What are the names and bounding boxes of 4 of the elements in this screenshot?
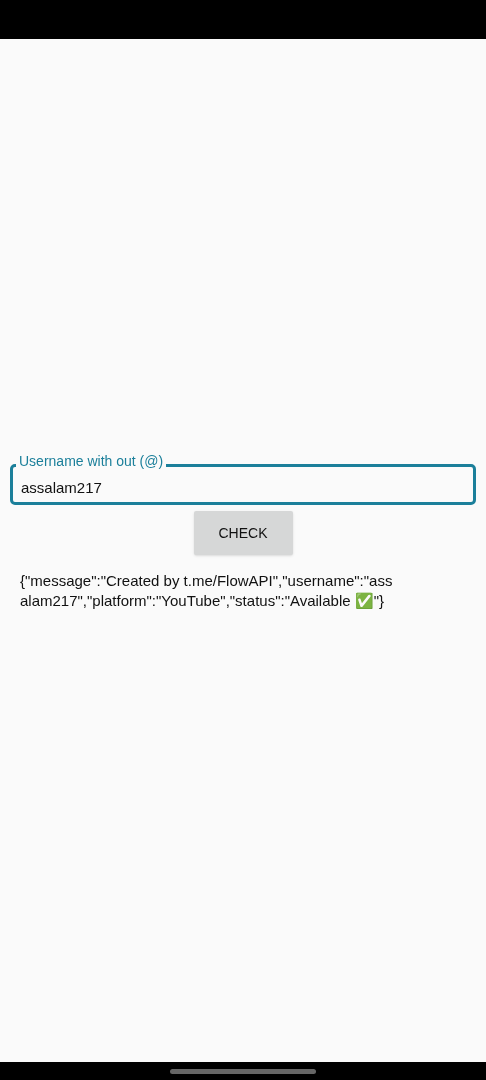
result-text: {"message":"Created by t.me/FlowAPI","username":"assalam217","platform":"YouTube","status":"Available ✅"} [20, 571, 394, 611]
check-button[interactable]: CHECK [193, 511, 293, 555]
field-label: Username with out (@) [16, 452, 167, 470]
home-indicator[interactable] [170, 1068, 316, 1074]
